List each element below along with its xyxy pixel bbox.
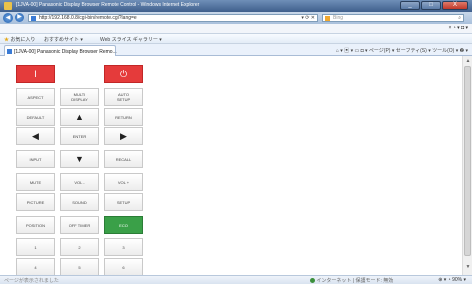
setup-button[interactable]: SETUP [104, 193, 143, 211]
window-controls: _ □ X [400, 1, 468, 10]
star-icon: ★ [4, 37, 10, 43]
multi-display-button[interactable]: MULTI DISPLAY [60, 88, 99, 106]
number-4-button[interactable]: 4 [16, 258, 55, 275]
suggested-sites-link[interactable]: おすすめサイト ▾ [44, 36, 83, 43]
off-timer-button[interactable]: OFF TIMER [60, 216, 99, 234]
number-2-button[interactable]: 2 [60, 238, 99, 256]
tab-page-icon [7, 49, 12, 54]
volume-up-button[interactable]: VOL + [104, 173, 143, 191]
ie-app-icon [4, 2, 12, 10]
mute-button[interactable]: MUTE [16, 173, 55, 191]
security-zone: インターネット | 保護モード: 無効 [310, 277, 393, 284]
default-button[interactable]: DEFAULT [16, 108, 55, 126]
url-field[interactable]: http://192.168.0.8/cgi-bin/remote.cgi?la… [28, 14, 318, 22]
number-1-button[interactable]: 1 [16, 238, 55, 256]
page-icon [31, 16, 36, 21]
tab-remote-control[interactable]: [1JVA-00] Panasonic Display Browser Remo… [4, 45, 117, 56]
favorites-button[interactable]: ★ お気に入り [4, 36, 35, 43]
globe-icon [310, 278, 315, 284]
menu-bar: × ◔ ▾ ◘ ▾ [0, 24, 472, 34]
address-bar: ◀ ▶ http://192.168.0.8/cgi-bin/remote.cg… [0, 12, 472, 24]
menubar-tools[interactable]: × ◔ ▾ ◘ ▾ [448, 25, 468, 31]
sound-button[interactable]: SOUND [60, 193, 99, 211]
return-button[interactable]: RETURN [104, 108, 143, 126]
bing-icon [325, 16, 330, 21]
minimize-button[interactable]: _ [400, 1, 420, 10]
vertical-scrollbar[interactable]: ▲ ▼ [462, 56, 472, 275]
search-input[interactable]: Bing ⌕ [322, 14, 464, 22]
tab-bar: [1JVA-00] Panasonic Display Browser Remo… [0, 44, 472, 56]
picture-button[interactable]: PICTURE [16, 193, 55, 211]
standby-button[interactable]: I [16, 65, 55, 83]
right-arrow-button[interactable]: ▶ [104, 127, 143, 145]
status-text: ページが表示されました [4, 278, 59, 284]
back-button[interactable]: ◀ [3, 13, 13, 23]
favorites-bar: ★ お気に入り おすすめサイト ▾ Web スライス ギャラリー ▾ [0, 34, 472, 44]
recall-button[interactable]: RECALL [104, 150, 143, 168]
status-bar: ページが表示されました インターネット | 保護モード: 無効 ⊕ ▾ ◔ 90… [0, 275, 472, 284]
input-button[interactable]: INPUT [16, 150, 55, 168]
tab-label: [1JVA-00] Panasonic Display Browser Remo… [14, 49, 117, 55]
enter-button[interactable]: ENTER [60, 127, 99, 145]
refresh-stop-icons[interactable]: ▾ ⟳ ✕ [301, 15, 315, 22]
remote-control-panel: I ⏻ ASPECT MULTI DISPLAY AUTO SETUP DEFA… [0, 56, 462, 275]
command-bar[interactable]: ⌂ ▾ ▣ ▾ ▭ ◘ ▾ ページ(P) ▾ セーフティ(S) ▾ ツール(O)… [336, 47, 468, 54]
aspect-button[interactable]: ASPECT [16, 88, 55, 106]
url-text: http://192.168.0.8/cgi-bin/remote.cgi?la… [39, 15, 137, 21]
window-title: [1JVA-00] Panasonic Display Browser Remo… [16, 2, 200, 8]
scroll-down-icon[interactable]: ▼ [465, 264, 471, 270]
forward-button[interactable]: ▶ [15, 13, 24, 22]
close-window-button[interactable]: X [442, 1, 468, 10]
position-button[interactable]: POSITION [16, 216, 55, 234]
maximize-button[interactable]: □ [421, 1, 441, 10]
up-arrow-button[interactable]: ▲ [60, 108, 99, 126]
eco-button[interactable]: ECO [104, 216, 143, 234]
window-titlebar: [1JVA-00] Panasonic Display Browser Remo… [0, 0, 472, 12]
zoom-control[interactable]: ⊕ ▾ ◔ 90% ▾ [438, 277, 466, 283]
number-6-button[interactable]: 6 [104, 258, 143, 275]
web-slice-gallery-link[interactable]: Web スライス ギャラリー ▾ [100, 36, 162, 43]
search-placeholder: Bing [333, 15, 344, 21]
search-icon[interactable]: ⌕ [458, 15, 461, 22]
scroll-up-icon[interactable]: ▲ [465, 58, 471, 64]
power-button[interactable]: ⏻ [104, 65, 143, 83]
number-3-button[interactable]: 3 [104, 238, 143, 256]
auto-setup-button[interactable]: AUTO SETUP [104, 88, 143, 106]
volume-down-button[interactable]: VOL - [60, 173, 99, 191]
down-arrow-button[interactable]: ▼ [60, 150, 99, 168]
number-5-button[interactable]: 5 [60, 258, 99, 275]
scroll-thumb[interactable] [464, 66, 471, 256]
left-arrow-button[interactable]: ◀ [16, 127, 55, 145]
